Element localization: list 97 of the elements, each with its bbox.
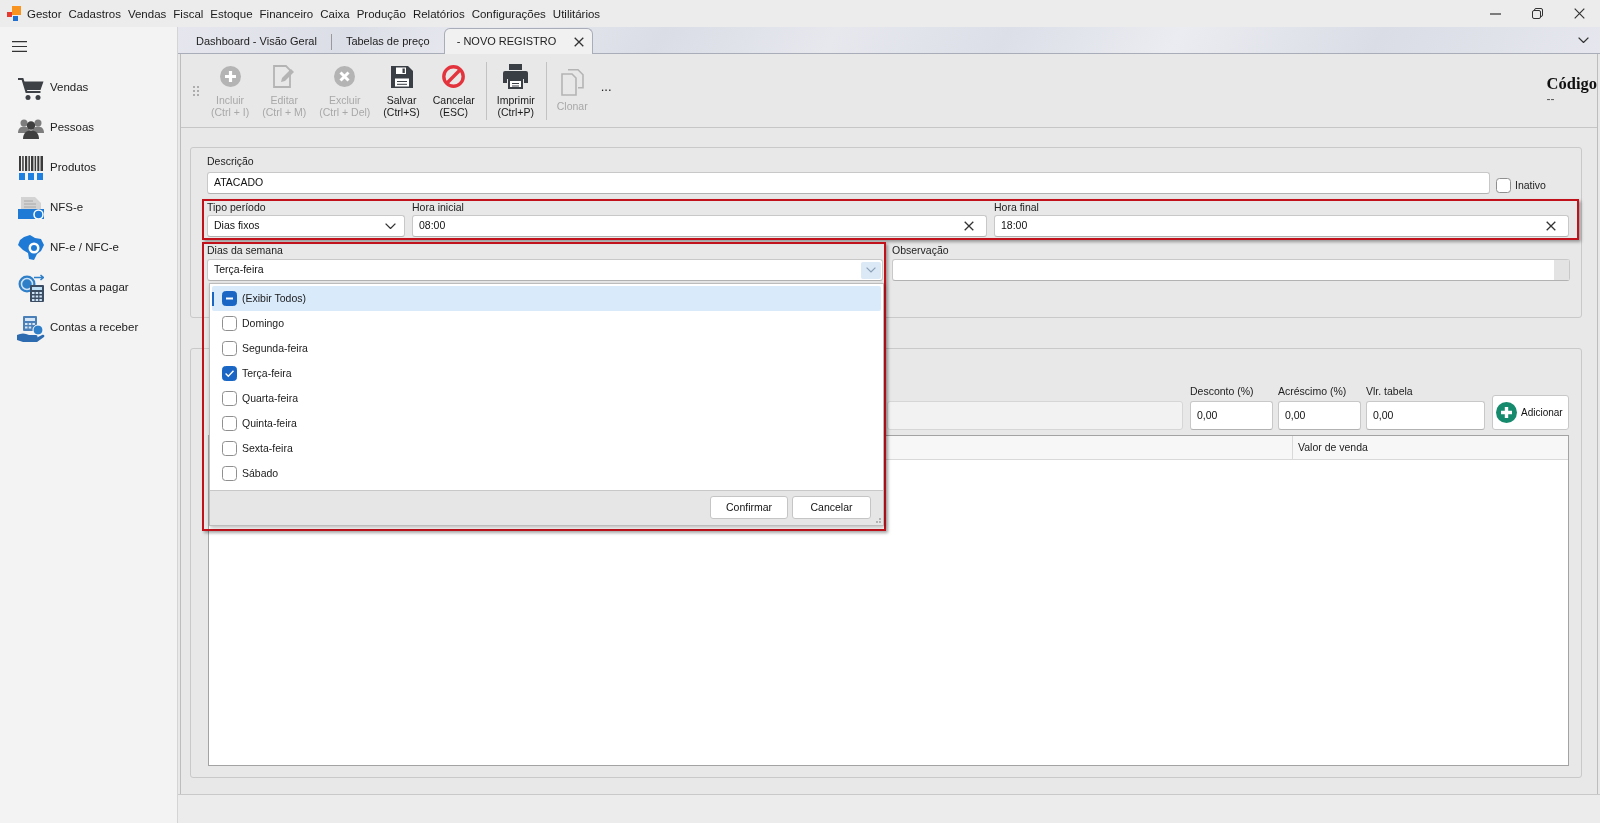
field-label: Hora inicial bbox=[412, 201, 465, 214]
memo-field[interactable] bbox=[892, 259, 1570, 281]
focus-indicator-icon bbox=[212, 291, 214, 306]
field-label: Descrição bbox=[207, 155, 255, 168]
more-button[interactable]: ... bbox=[598, 80, 614, 93]
checkbox[interactable] bbox=[222, 441, 237, 456]
field-label: Tipo período bbox=[207, 201, 267, 214]
logo-icon bbox=[7, 6, 21, 21]
documents-icon bbox=[560, 69, 584, 96]
menu-item[interactable]: Gestor bbox=[24, 3, 65, 24]
list-option[interactable]: Quarta-feira bbox=[212, 386, 881, 411]
text-field[interactable]: ATACADO bbox=[207, 172, 1490, 194]
tab[interactable]: Tabelas de preço bbox=[331, 29, 444, 53]
menu-item[interactable]: Configurações bbox=[468, 3, 549, 24]
menu-item[interactable]: Produção bbox=[353, 3, 409, 24]
sidebar-item[interactable]: NF-e / NFC-e bbox=[0, 228, 177, 268]
prohibition-icon bbox=[442, 65, 466, 88]
pencil-document-icon bbox=[273, 65, 296, 88]
checkbox[interactable] bbox=[222, 416, 237, 431]
select-field[interactable]: Dias fixos bbox=[207, 215, 405, 237]
dropdown-button[interactable] bbox=[861, 261, 881, 279]
scrollbar[interactable] bbox=[1554, 260, 1569, 280]
sidebar-item[interactable]: Contas a receber bbox=[0, 308, 177, 348]
menu-item[interactable]: Fiscal bbox=[170, 3, 207, 24]
code-value: -- bbox=[1546, 93, 1555, 106]
x-circle-icon bbox=[334, 66, 356, 87]
checkbox-label: Inativo bbox=[1515, 179, 1546, 192]
time-field[interactable]: 08:00 bbox=[412, 215, 987, 237]
tab[interactable]: Dashboard - Visão Geral bbox=[182, 29, 331, 53]
field-label: Desconto (%) bbox=[1190, 385, 1255, 398]
barcode-icon bbox=[19, 156, 43, 180]
sidebar-item[interactable]: NFS-e bbox=[0, 188, 177, 228]
plus-circle-icon bbox=[219, 66, 241, 87]
document-icon bbox=[18, 197, 44, 219]
menu-item[interactable]: Relatórios bbox=[409, 3, 468, 24]
list-option[interactable]: Sexta-feira bbox=[212, 436, 881, 461]
list-option[interactable]: Terça-feira bbox=[212, 361, 881, 386]
list-option[interactable]: Sábado bbox=[212, 461, 881, 486]
add-button[interactable]: Adicionar bbox=[1492, 395, 1569, 430]
toolbar-button[interactable]: Salvar (Ctrl+S) bbox=[381, 63, 422, 118]
sidebar-item[interactable]: Vendas bbox=[0, 68, 177, 108]
chevron-icon bbox=[866, 267, 876, 273]
cart-icon bbox=[18, 76, 44, 100]
checkbox[interactable] bbox=[222, 316, 237, 331]
field-label: Vlr. tabela bbox=[1366, 385, 1414, 398]
plus-circle-icon bbox=[1496, 402, 1517, 423]
menu-item[interactable]: Financeiro bbox=[256, 3, 317, 24]
grip-icon bbox=[193, 85, 199, 96]
checkbox[interactable] bbox=[222, 466, 237, 481]
field-label: Acréscimo (%) bbox=[1278, 385, 1348, 398]
checkbox[interactable] bbox=[222, 391, 237, 406]
list-option[interactable]: (Exibir Todos) bbox=[212, 286, 881, 311]
combo-box[interactable]: Terça-feira bbox=[207, 259, 883, 281]
restore-icon[interactable] bbox=[1531, 8, 1543, 19]
chevron-icon bbox=[385, 223, 396, 229]
minimize-icon[interactable] bbox=[1489, 12, 1501, 15]
field-label: Dias da semana bbox=[207, 244, 284, 257]
cancel-button[interactable]: Cancelar bbox=[792, 496, 871, 519]
time-field[interactable]: 18:00 bbox=[994, 215, 1569, 237]
list-option[interactable]: Quinta-feira bbox=[212, 411, 881, 436]
menu-item[interactable]: Vendas bbox=[124, 3, 170, 24]
menu-item[interactable]: Utilitários bbox=[549, 3, 604, 24]
code-label: Código bbox=[1546, 75, 1597, 93]
clear-icon[interactable] bbox=[1546, 221, 1556, 231]
confirm-button[interactable]: Confirmar bbox=[710, 496, 788, 519]
printer-icon bbox=[503, 64, 529, 89]
sidebar-item[interactable]: Pessoas bbox=[0, 108, 177, 148]
column-header: Valor de venda bbox=[1292, 436, 1568, 459]
clear-icon[interactable] bbox=[964, 221, 974, 231]
field-label: Hora final bbox=[994, 201, 1040, 214]
close-icon[interactable] bbox=[1573, 8, 1585, 19]
checkbox[interactable] bbox=[222, 366, 237, 381]
sidebar-item[interactable]: Produtos bbox=[0, 148, 177, 188]
number-field[interactable]: 0,00 bbox=[1366, 401, 1485, 430]
menu-item[interactable]: Cadastros bbox=[65, 3, 124, 24]
menu-item[interactable]: Caixa bbox=[317, 3, 353, 24]
list-option[interactable]: Domingo bbox=[212, 311, 881, 336]
chevron-icon[interactable] bbox=[1578, 37, 1589, 43]
field-label: Observação bbox=[892, 244, 950, 257]
sidebar-item[interactable]: Contas a pagar bbox=[0, 268, 177, 308]
checkbox[interactable] bbox=[222, 291, 237, 306]
hand-calculator-icon bbox=[17, 314, 45, 342]
list-option[interactable]: Segunda-feira bbox=[212, 336, 881, 361]
resize-grip-icon[interactable] bbox=[876, 518, 881, 523]
menu-item[interactable]: Estoque bbox=[207, 3, 256, 24]
checkbox[interactable] bbox=[222, 341, 237, 356]
menu-icon[interactable] bbox=[12, 40, 27, 52]
map-icon bbox=[18, 235, 44, 261]
coin-calculator-icon bbox=[18, 274, 44, 302]
number-field[interactable]: 0,00 bbox=[1190, 401, 1273, 430]
tab[interactable]: - NOVO REGISTRO bbox=[443, 28, 594, 54]
toolbar-button[interactable]: Cancelar (ESC) bbox=[430, 63, 477, 118]
toolbar-button[interactable]: Imprimir (Ctrl+P) bbox=[494, 63, 537, 118]
number-field[interactable]: 0,00 bbox=[1278, 401, 1361, 430]
close-icon[interactable] bbox=[574, 36, 585, 47]
people-icon bbox=[18, 117, 44, 139]
checkbox[interactable] bbox=[1496, 178, 1511, 193]
